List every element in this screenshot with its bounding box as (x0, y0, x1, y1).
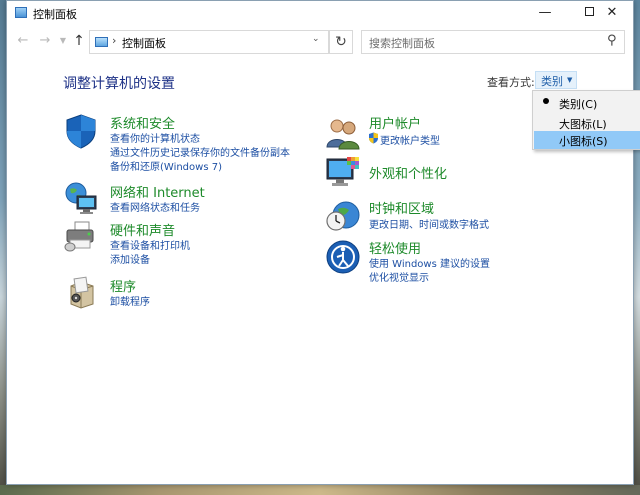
network-globe-icon[interactable] (63, 181, 99, 217)
link-change-date-time-format[interactable]: 更改日期、时间或数字格式 (369, 216, 489, 231)
recent-locations-chevron-icon[interactable]: ▼ (55, 33, 71, 49)
control-panel-icon (15, 7, 27, 18)
address-bar[interactable]: › 控制面板 ⌄ (89, 30, 329, 54)
minimize-button[interactable]: — (523, 1, 567, 25)
menu-item-category[interactable]: 类别(C) (534, 94, 640, 112)
breadcrumb-control-panel[interactable]: 控制面板 (122, 35, 166, 51)
up-arrow-icon[interactable]: ↑ (71, 33, 87, 49)
users-icon[interactable] (325, 115, 361, 151)
uac-shield-icon (369, 132, 378, 144)
chevron-down-icon: ▼ (567, 76, 573, 84)
view-by-label: 查看方式: (487, 76, 535, 89)
forward-arrow-icon[interactable]: → (37, 33, 53, 49)
category-user-accounts[interactable]: 用户帐户 (369, 113, 421, 132)
menu-item-label: 类别(C) (559, 98, 598, 111)
menu-item-large-icons[interactable]: 大图标(L) (534, 114, 640, 132)
link-view-computer-status[interactable]: 查看你的计算机状态 (110, 130, 200, 145)
link-uninstall-program[interactable]: 卸载程序 (110, 293, 150, 308)
control-panel-window: 控制面板 — ✕ ← → ▼ ↑ › 控制面板 ⌄ ↻ 搜索控制面板 ⚲ 调整计… (6, 0, 640, 485)
control-panel-icon (95, 37, 108, 47)
back-arrow-icon[interactable]: ← (15, 33, 31, 49)
link-windows-recommended-settings[interactable]: 使用 Windows 建议的设置 (369, 255, 490, 270)
desktop-wallpaper-bottom (0, 485, 640, 495)
link-optimize-visual-display[interactable]: 优化视觉显示 (369, 269, 429, 284)
address-dropdown-chevron-icon[interactable]: ⌄ (312, 34, 320, 44)
search-icon[interactable]: ⚲ (607, 33, 617, 48)
menu-item-label: 大图标(L) (559, 118, 607, 131)
breadcrumb-chevron-icon[interactable]: › (112, 34, 116, 47)
link-devices-printers[interactable]: 查看设备和打印机 (110, 237, 190, 252)
menu-item-label: 小图标(S) (559, 135, 608, 148)
refresh-icon: ↻ (335, 34, 347, 50)
refresh-button[interactable]: ↻ (329, 30, 353, 54)
category-clock-region[interactable]: 时钟和区域 (369, 198, 434, 217)
category-appearance-personalization[interactable]: 外观和个性化 (369, 163, 447, 182)
view-by-select[interactable]: 类别 ▼ (535, 71, 577, 89)
title-bar[interactable]: 控制面板 — ✕ (7, 1, 633, 25)
printer-icon[interactable] (63, 219, 99, 255)
link-network-status[interactable]: 查看网络状态和任务 (110, 199, 200, 214)
menu-item-small-icons[interactable]: 小图标(S) (534, 131, 640, 149)
navigation-bar: ← → ▼ ↑ › 控制面板 ⌄ ↻ 搜索控制面板 ⚲ (7, 27, 633, 57)
close-button[interactable]: ✕ (591, 1, 633, 25)
page-title: 调整计算机的设置 (63, 76, 175, 92)
programs-box-icon[interactable] (63, 274, 99, 310)
view-by-menu: 类别(C) 大图标(L) 小图标(S) (532, 90, 640, 150)
selected-dot-icon (543, 98, 549, 104)
ease-of-access-icon[interactable] (325, 239, 361, 275)
search-placeholder: 搜索控制面板 (369, 37, 435, 50)
link-backup-restore[interactable]: 备份和还原(Windows 7) (110, 158, 222, 173)
link-change-account-type[interactable]: 更改帐户类型 (380, 132, 440, 147)
link-file-history-backup[interactable]: 通过文件历史记录保存你的文件备份副本 (110, 144, 290, 159)
clock-globe-icon[interactable] (325, 197, 361, 233)
link-add-device[interactable]: 添加设备 (110, 251, 150, 266)
monitor-palette-icon[interactable] (325, 155, 361, 191)
view-by-value: 类别 (541, 75, 563, 88)
shield-icon[interactable] (63, 113, 99, 149)
search-input[interactable]: 搜索控制面板 ⚲ (361, 30, 625, 54)
window-title: 控制面板 (33, 8, 77, 21)
